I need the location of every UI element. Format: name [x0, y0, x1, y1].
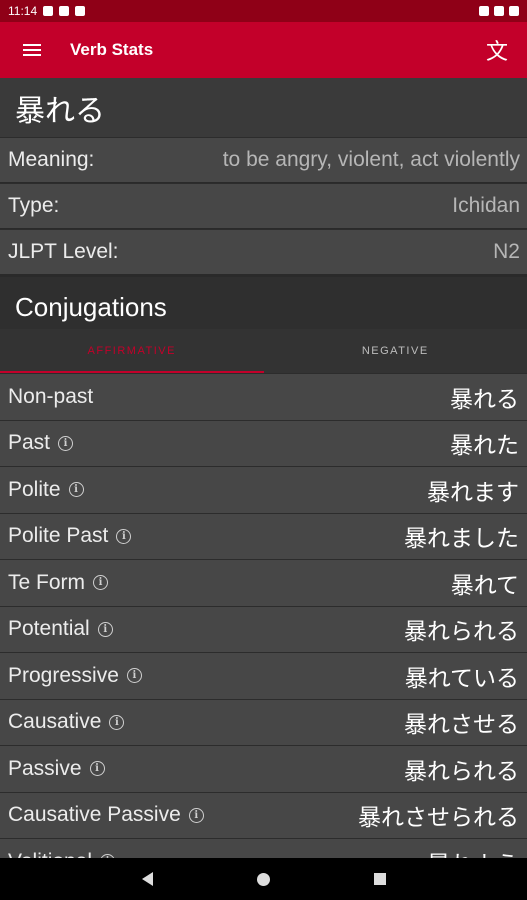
home-circle-icon[interactable]	[254, 869, 274, 889]
wifi-icon	[479, 6, 489, 16]
info-icon[interactable]: i	[68, 482, 84, 498]
notification-icon	[43, 6, 54, 16]
conjugations-heading: Conjugations	[0, 277, 527, 329]
type-row: Type: Ichidan	[0, 183, 527, 228]
app-bar: Verb Stats 文	[0, 22, 527, 78]
notification-icon	[75, 6, 86, 16]
info-icon[interactable]: i	[109, 714, 125, 730]
info-icon[interactable]: i	[116, 528, 132, 544]
verb-title: 暴れる	[0, 78, 527, 138]
notification-icon	[59, 6, 70, 16]
conjugation-row-causative-passive[interactable]: Causative Passive i 暴れさせられる	[0, 791, 527, 838]
meaning-label: Meaning:	[8, 148, 95, 171]
info-icon[interactable]: i	[58, 435, 74, 451]
conjugation-name: Causative	[8, 710, 102, 734]
conjugation-row-causative[interactable]: Causative i 暴れさせる	[0, 698, 527, 745]
conjugation-row-polite[interactable]: Polite i 暴れます	[0, 466, 527, 513]
jlpt-label: JLPT Level:	[8, 240, 119, 263]
status-bar: 11:14	[0, 0, 527, 22]
conjugation-name: Polite	[8, 477, 61, 501]
conjugation-name: Progressive	[8, 663, 119, 687]
status-time: 11:14	[8, 4, 38, 18]
translate-icon[interactable]: 文	[467, 22, 527, 78]
info-icon[interactable]: i	[188, 807, 204, 823]
conjugation-name: Polite Past	[8, 524, 109, 548]
conjugation-form: 暴れる	[450, 386, 519, 413]
conjugation-form: 暴れた	[450, 433, 519, 460]
info-icon[interactable]: i	[93, 575, 109, 591]
conjugation-row-potential[interactable]: Potential i 暴れられる	[0, 605, 527, 652]
conjugation-form: 暴れました	[404, 526, 519, 553]
info-icon[interactable]: i	[126, 668, 142, 684]
conjugation-form: 暴れられる	[404, 758, 519, 785]
conjugation-form: 暴れて	[450, 572, 519, 599]
conjugation-list[interactable]: Non-past 暴れる Past i 暴れた Polite i 暴れます Poli…	[0, 373, 527, 858]
conjugation-tabs: AFFIRMATIVE NEGATIVE	[0, 329, 527, 373]
back-triangle-icon[interactable]	[138, 869, 158, 889]
type-label: Type:	[8, 194, 60, 217]
tab-affirmative[interactable]: AFFIRMATIVE	[0, 329, 264, 373]
conjugation-form: 暴れさせられる	[358, 805, 519, 832]
battery-icon	[509, 6, 519, 16]
conjugation-row-past[interactable]: Past i 暴れた	[0, 419, 527, 466]
conjugation-form: 暴れている	[404, 665, 519, 692]
conjugation-form: 暴れます	[427, 479, 519, 506]
conjugation-form: 暴れよう	[427, 845, 519, 858]
signal-icon	[494, 6, 504, 16]
tab-negative[interactable]: NEGATIVE	[264, 329, 527, 373]
meaning-value: to be angry, violent, act violently	[222, 148, 520, 171]
conjugation-form: 暴れさせる	[404, 712, 519, 739]
conjugation-name: Past	[8, 431, 51, 455]
app-title: Verb Stats	[70, 40, 154, 59]
meaning-row: Meaning: to be angry, violent, act viole…	[0, 137, 527, 182]
conjugation-name: Volitional	[8, 850, 92, 858]
recents-square-icon[interactable]	[370, 869, 390, 889]
conjugation-name: Causative Passive	[8, 803, 181, 827]
jlpt-value: N2	[493, 240, 520, 263]
conjugation-row-progressive[interactable]: Progressive i 暴れている	[0, 652, 527, 699]
type-value: Ichidan	[452, 194, 520, 217]
conjugation-name: Passive	[8, 756, 82, 780]
conjugation-name: Te Form	[8, 570, 86, 594]
conjugation-row-polite-past[interactable]: Polite Past i 暴れました	[0, 512, 527, 559]
system-nav-bar	[0, 858, 527, 900]
info-icon[interactable]: i	[89, 761, 105, 777]
menu-icon[interactable]	[0, 22, 64, 78]
conjugation-name: Potential	[8, 617, 90, 641]
conjugation-row-passive[interactable]: Passive i 暴れられる	[0, 745, 527, 792]
conjugation-row-volitional[interactable]: Volitionali 暴れよう	[0, 838, 527, 858]
conjugation-name: Non-past	[8, 384, 94, 408]
conjugation-form: 暴れられる	[404, 619, 519, 646]
conjugation-row-non-past[interactable]: Non-past 暴れる	[0, 373, 527, 420]
jlpt-row: JLPT Level: N2	[0, 229, 527, 274]
info-icon[interactable]: i	[97, 621, 113, 637]
conjugation-row-te-form[interactable]: Te Form i 暴れて	[0, 559, 527, 606]
